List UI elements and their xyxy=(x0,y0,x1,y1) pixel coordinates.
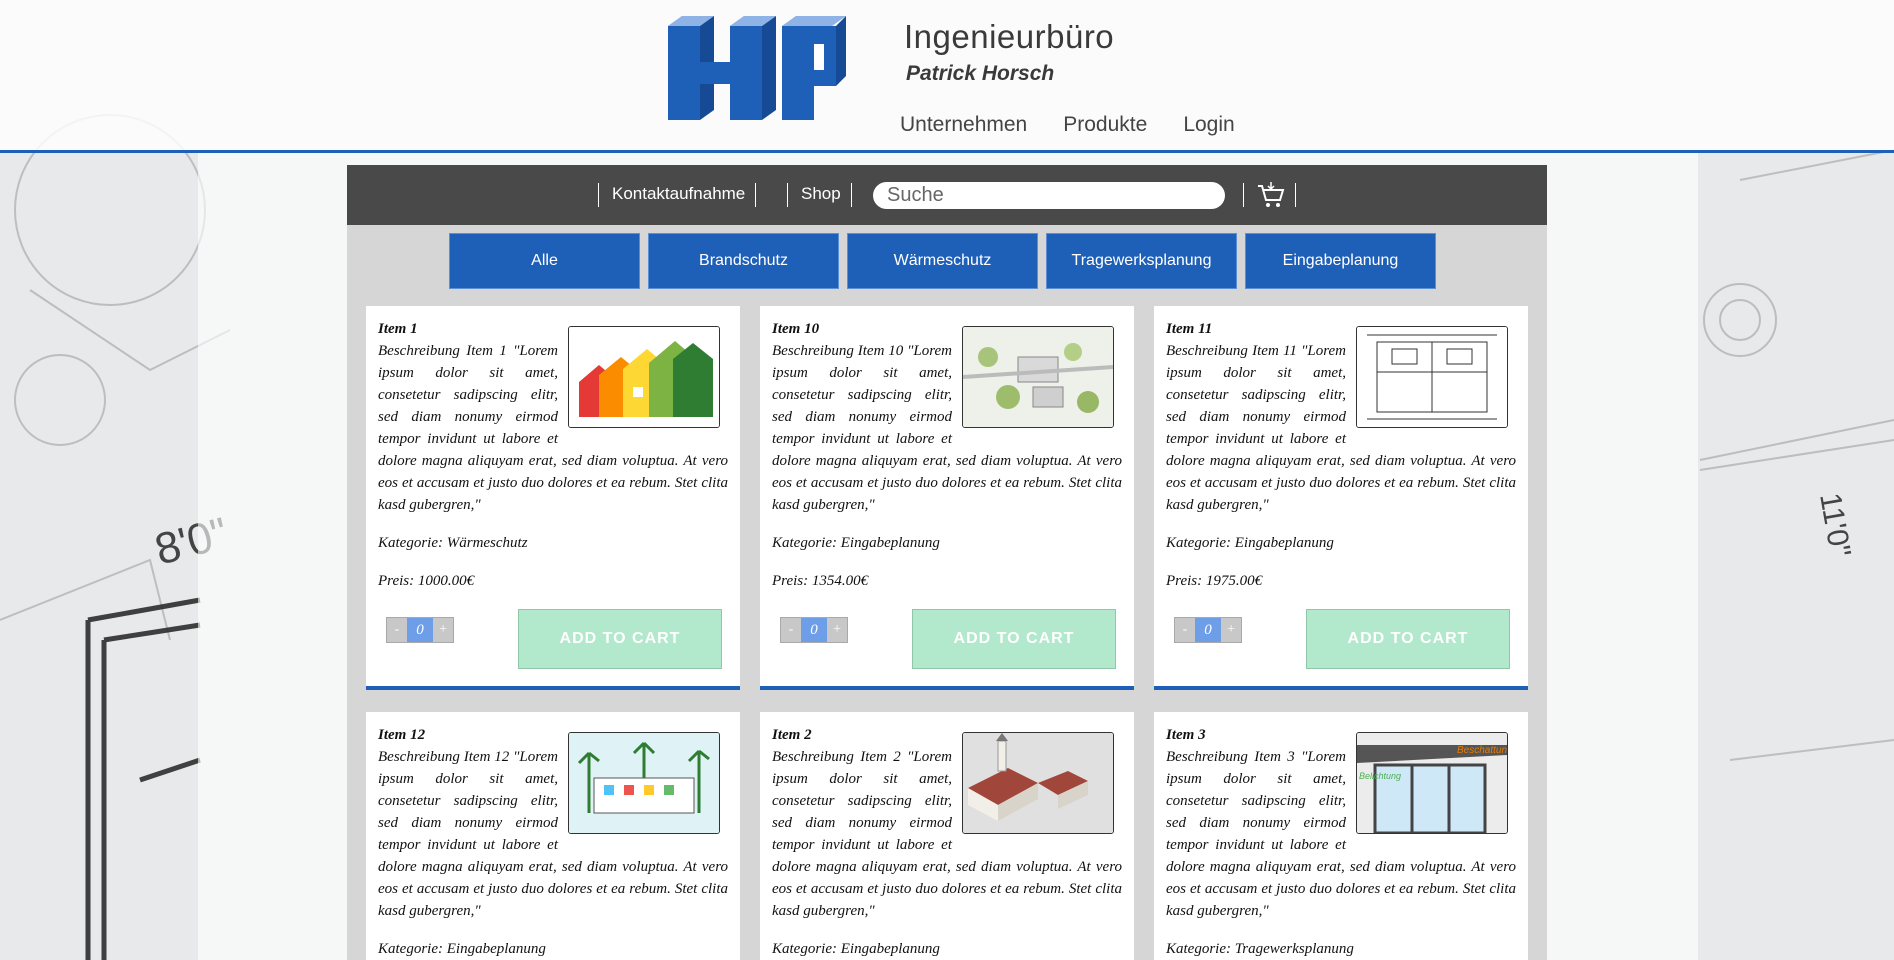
toolbar-separator xyxy=(755,183,756,207)
brand-subtitle: Patrick Horsch xyxy=(906,62,1055,85)
main-navigation: Unternehmen Produkte Login xyxy=(900,113,1235,137)
toolbar-separator xyxy=(787,183,788,207)
quantity-value[interactable]: 0 xyxy=(407,618,433,642)
hp-logo xyxy=(668,16,846,120)
product-category: Kategorie: Eingabeplanung xyxy=(378,941,546,957)
brand-title: Ingenieurbüro xyxy=(904,18,1115,55)
quantity-value[interactable]: 0 xyxy=(801,618,827,642)
shopping-cart-icon[interactable] xyxy=(1256,181,1286,209)
quantity-stepper: - 0 + xyxy=(386,617,454,643)
add-to-cart-button[interactable]: ADD TO CART xyxy=(912,609,1116,669)
increment-button[interactable]: + xyxy=(827,618,847,642)
3d-model-image xyxy=(962,732,1114,834)
product-card: Item 1 Beschreibung Item 1 "Lorem ipsum … xyxy=(366,306,740,690)
toolbar-separator xyxy=(598,183,599,207)
decrement-button[interactable]: - xyxy=(387,618,407,642)
product-card: Item 11 Beschreibung Item 11 "Lorem ipsu… xyxy=(1154,306,1528,690)
product-category: Kategorie: Eingabeplanung xyxy=(772,941,940,957)
building-sketch-image xyxy=(568,732,720,834)
search-input[interactable] xyxy=(873,182,1225,209)
energy-house-image xyxy=(568,326,720,428)
image-label-beschattung: Beschattung xyxy=(1457,745,1507,756)
add-to-cart-button[interactable]: ADD TO CART xyxy=(1306,609,1510,669)
product-category: Kategorie: Eingabeplanung xyxy=(772,535,940,551)
increment-button[interactable]: + xyxy=(433,618,453,642)
product-category: Kategorie: Tragewerksplanung xyxy=(1166,941,1354,957)
toolbar-separator xyxy=(1295,183,1296,207)
product-card: Beschattung Belichtung Item 3 Beschreibu… xyxy=(1154,712,1528,960)
nav-link-login[interactable]: Login xyxy=(1183,113,1234,137)
add-to-cart-button[interactable]: ADD TO CART xyxy=(518,609,722,669)
site-plan-image xyxy=(962,326,1114,428)
filter-waermeschutz[interactable]: Wärmeschutz xyxy=(847,233,1038,289)
product-card: Item 10 Beschreibung Item 10 "Lorem ipsu… xyxy=(760,306,1134,690)
product-card: Item 12 Beschreibung Item 12 "Lorem ipsu… xyxy=(366,712,740,960)
quantity-stepper: - 0 + xyxy=(1174,617,1242,643)
filter-brandschutz[interactable]: Brandschutz xyxy=(648,233,839,289)
shop-link[interactable]: Shop xyxy=(801,184,841,204)
quantity-stepper: - 0 + xyxy=(780,617,848,643)
product-category: Kategorie: Eingabeplanung xyxy=(1166,535,1334,551)
product-category: Kategorie: Wärmeschutz xyxy=(378,535,528,551)
filter-tragewerksplanung[interactable]: Tragewerksplanung xyxy=(1046,233,1237,289)
image-label-belichtung: Belichtung xyxy=(1359,771,1401,781)
filter-alle[interactable]: Alle xyxy=(449,233,640,289)
product-price: Preis: 1354.00€ xyxy=(772,573,869,589)
floor-plan-image xyxy=(1356,326,1508,428)
product-price: Preis: 1975.00€ xyxy=(1166,573,1263,589)
shading-window-image: Beschattung Belichtung xyxy=(1356,732,1508,834)
nav-link-unternehmen[interactable]: Unternehmen xyxy=(900,113,1027,137)
toolbar-separator xyxy=(1243,183,1244,207)
toolbar-separator xyxy=(851,183,852,207)
filter-eingabeplanung[interactable]: Eingabeplanung xyxy=(1245,233,1436,289)
decrement-button[interactable]: - xyxy=(1175,618,1195,642)
nav-link-produkte[interactable]: Produkte xyxy=(1063,113,1147,137)
decrement-button[interactable]: - xyxy=(781,618,801,642)
shop-toolbar: Kontaktaufnahme Shop xyxy=(347,165,1547,225)
category-filters: Alle Brandschutz Wärmeschutz Tragewerksp… xyxy=(449,233,1436,289)
product-card: Item 2 Beschreibung Item 2 "Lorem ipsum … xyxy=(760,712,1134,960)
product-price: Preis: 1000.00€ xyxy=(378,573,475,589)
shop-panel: Kontaktaufnahme Shop Alle Brandschutz Wä… xyxy=(347,165,1547,960)
contact-link[interactable]: Kontaktaufnahme xyxy=(612,184,745,204)
site-header: Ingenieurbüro Patrick Horsch Unternehmen… xyxy=(0,0,1894,153)
increment-button[interactable]: + xyxy=(1221,618,1241,642)
quantity-value[interactable]: 0 xyxy=(1195,618,1221,642)
